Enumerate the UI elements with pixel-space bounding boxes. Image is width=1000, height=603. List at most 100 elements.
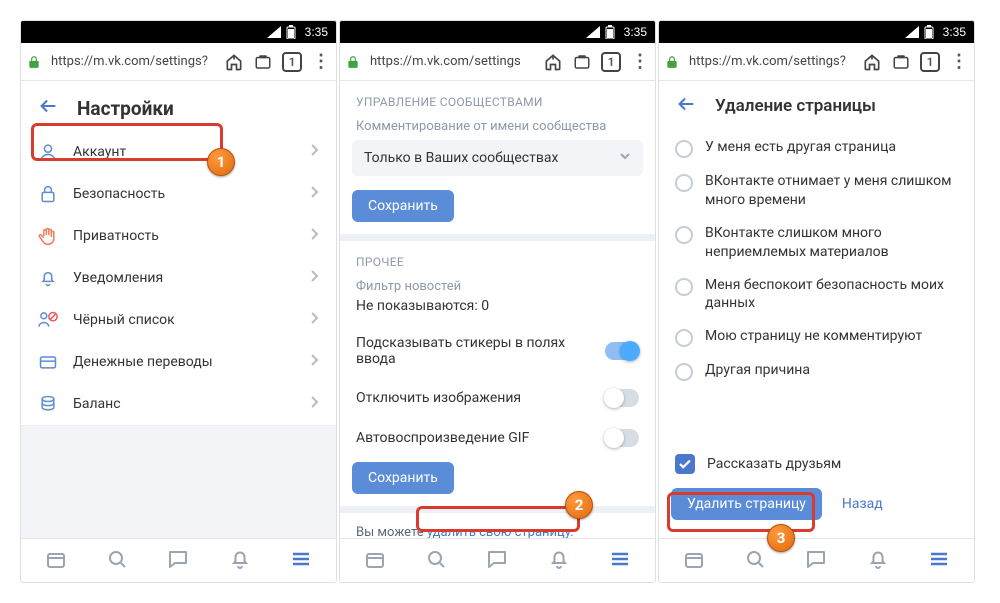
- status-time: 3:35: [943, 25, 966, 39]
- radio-icon: [675, 329, 693, 347]
- battery-icon: [605, 25, 615, 39]
- delete-page-button[interactable]: Удалить страницу: [671, 488, 822, 520]
- delete-page-link[interactable]: удалить свою страницу.: [427, 525, 574, 538]
- save-button[interactable]: Сохранить: [352, 462, 454, 494]
- home-icon[interactable]: [224, 52, 244, 72]
- toggle-gif[interactable]: Автовоспроизведение GIF: [340, 418, 655, 458]
- settings-item-transfers[interactable]: Денежные переводы: [21, 341, 336, 383]
- downloads-icon[interactable]: [892, 53, 910, 71]
- delete-note: Вы можете удалить свою страницу.: [340, 506, 655, 538]
- settings-item-label: Чёрный список: [73, 312, 175, 328]
- tab-count[interactable]: 1: [920, 52, 940, 72]
- switch-icon[interactable]: [605, 429, 639, 447]
- toggle-stickers[interactable]: Подсказывать стикеры в полях ввода: [340, 324, 655, 378]
- nav-messages-icon[interactable]: [485, 547, 509, 575]
- section-title: ПРОЧЕЕ: [340, 241, 655, 277]
- chevron-right-icon: [310, 353, 320, 371]
- settings-item-account[interactable]: Аккаунт: [21, 131, 336, 173]
- reason-option[interactable]: ВКонтакте слишком много неприемлемых мат…: [659, 217, 974, 269]
- hand-icon: [37, 226, 59, 246]
- nav-messages-icon[interactable]: [166, 547, 190, 575]
- phone-3-delete-page: 3:35 https://m.vk.com/settings? 1 ⋮ Удал…: [658, 20, 975, 583]
- tab-count[interactable]: 1: [601, 52, 621, 72]
- settings-item-label: Приватность: [73, 228, 159, 244]
- news-filter-value[interactable]: Не показываются: 0: [340, 296, 655, 324]
- switch-icon[interactable]: [605, 389, 639, 407]
- page-header: Удаление страницы: [659, 81, 974, 131]
- nav-search-icon[interactable]: [743, 547, 767, 575]
- nav-menu-icon[interactable]: [608, 547, 632, 575]
- settings-item-blacklist[interactable]: Чёрный список: [21, 299, 336, 341]
- nav-notifications-icon[interactable]: [866, 547, 890, 575]
- url-text[interactable]: https://m.vk.com/settings: [370, 54, 533, 69]
- home-icon[interactable]: [862, 52, 882, 72]
- back-arrow-icon[interactable]: [37, 95, 59, 121]
- reason-option[interactable]: Меня беспокоит безопасность моих данных: [659, 269, 974, 321]
- reason-option[interactable]: У меня есть другая страница: [659, 131, 974, 165]
- menu-dots-icon[interactable]: ⋮: [631, 53, 649, 71]
- reason-label: ВКонтакте слишком много неприемлемых мат…: [705, 224, 958, 262]
- settings-item-label: Безопасность: [73, 186, 165, 202]
- reason-option[interactable]: Другая причина: [659, 354, 974, 388]
- menu-dots-icon[interactable]: ⋮: [950, 53, 968, 71]
- reason-option[interactable]: Мою страницу не комментируют: [659, 320, 974, 354]
- nav-notifications-icon[interactable]: [547, 547, 571, 575]
- nav-menu-icon[interactable]: [927, 547, 951, 575]
- browser-url-bar: https://m.vk.com/settings 1 ⋮: [340, 43, 655, 81]
- reason-option[interactable]: ВКонтакте отнимает у меня слишком много …: [659, 165, 974, 217]
- radio-icon: [675, 278, 693, 296]
- url-text[interactable]: https://m.vk.com/settings?: [51, 54, 214, 69]
- browser-url-bar: https://m.vk.com/settings? 1 ⋮: [659, 43, 974, 81]
- toggle-label: Подсказывать стикеры в полях ввода: [356, 335, 605, 367]
- nav-menu-icon[interactable]: [289, 547, 313, 575]
- nav-news-icon[interactable]: [44, 547, 68, 575]
- home-icon[interactable]: [543, 52, 563, 72]
- chevron-right-icon: [310, 143, 320, 161]
- page-title: Настройки: [77, 97, 174, 120]
- back-link[interactable]: Назад: [842, 496, 883, 512]
- nav-search-icon[interactable]: [105, 547, 129, 575]
- radio-icon: [675, 174, 693, 192]
- settings-content: Настройки Аккаунт Безопасность Приватнос…: [21, 81, 336, 538]
- status-bar: 3:35: [340, 21, 655, 43]
- reason-label: Мою страницу не комментируют: [705, 327, 922, 346]
- nav-messages-icon[interactable]: [804, 547, 828, 575]
- save-button[interactable]: Сохранить: [352, 190, 454, 222]
- switch-icon[interactable]: [605, 342, 639, 360]
- phone-2-settings-other: 3:35 https://m.vk.com/settings 1 ⋮ УПРАВ…: [339, 20, 656, 583]
- tell-friends-checkbox[interactable]: Рассказать друзьям: [659, 444, 974, 484]
- url-text[interactable]: https://m.vk.com/settings?: [689, 54, 852, 69]
- settings-item-balance[interactable]: Баланс: [21, 383, 336, 425]
- nav-news-icon[interactable]: [682, 547, 706, 575]
- reason-label: Другая причина: [705, 361, 810, 380]
- toggle-label: Автовоспроизведение GIF: [356, 430, 529, 446]
- toggle-images[interactable]: Отключить изображения: [340, 378, 655, 418]
- downloads-icon[interactable]: [254, 53, 272, 71]
- nav-search-icon[interactable]: [424, 547, 448, 575]
- status-time: 3:35: [305, 25, 328, 39]
- back-arrow-icon[interactable]: [675, 93, 697, 119]
- delete-prefix: Вы можете: [356, 525, 427, 538]
- menu-dots-icon[interactable]: ⋮: [312, 53, 330, 71]
- radio-icon: [675, 140, 693, 158]
- settings-item-security[interactable]: Безопасность: [21, 173, 336, 215]
- news-filter-label: Фильтр новостей: [340, 277, 655, 296]
- lock-icon: [27, 55, 41, 69]
- settings-item-notifications[interactable]: Уведомления: [21, 257, 336, 299]
- lock-icon: [346, 55, 360, 69]
- status-bar: 3:35: [659, 21, 974, 43]
- settings-item-privacy[interactable]: Приватность: [21, 215, 336, 257]
- status-bar: 3:35: [21, 21, 336, 43]
- phone-1-settings: 3:35 https://m.vk.com/settings? 1 ⋮ Наст…: [20, 20, 337, 583]
- chevron-right-icon: [310, 185, 320, 203]
- chevron-right-icon: [310, 269, 320, 287]
- tab-count[interactable]: 1: [282, 52, 302, 72]
- nav-notifications-icon[interactable]: [228, 547, 252, 575]
- commenting-select[interactable]: Только в Ваших сообществах: [352, 140, 643, 176]
- downloads-icon[interactable]: [573, 53, 591, 71]
- signal-icon: [586, 26, 600, 38]
- signal-icon: [267, 26, 281, 38]
- user-icon: [37, 142, 59, 162]
- chevron-down-icon: [619, 150, 631, 166]
- nav-news-icon[interactable]: [363, 547, 387, 575]
